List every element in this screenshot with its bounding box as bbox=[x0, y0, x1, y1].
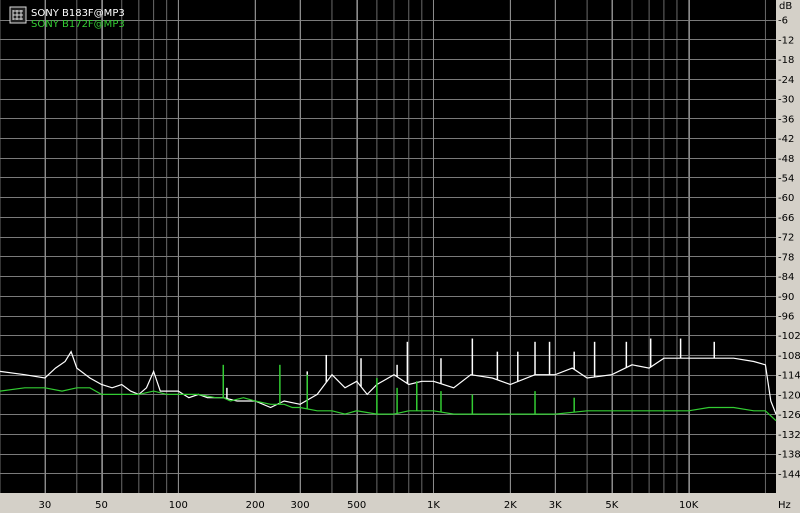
y-tick-label: -90 bbox=[778, 292, 794, 303]
x-tick-label: 30 bbox=[39, 500, 52, 511]
spectrum-chart-window: SONY B183F@MP3 SONY B172F@MP3 dB -6 -12 -18 -… bbox=[0, 0, 800, 513]
y-tick-label: -24 bbox=[778, 75, 794, 86]
y-tick-label: -30 bbox=[778, 95, 794, 106]
y-tick-label: -54 bbox=[778, 173, 794, 184]
y-tick-label: -132 bbox=[778, 430, 800, 441]
y-tick-label: -144 bbox=[778, 469, 800, 480]
x-axis: 30 50 100 200 300 500 1K 2K 3K 5K 10K Hz bbox=[39, 500, 791, 511]
x-tick-label: 300 bbox=[291, 500, 310, 511]
y-tick-label: -72 bbox=[778, 233, 794, 244]
x-tick-label: 500 bbox=[347, 500, 366, 511]
x-tick-label: 200 bbox=[246, 500, 265, 511]
plot-area bbox=[0, 0, 776, 493]
y-tick-label: -18 bbox=[778, 55, 794, 66]
y-tick-label: -108 bbox=[778, 351, 800, 362]
spectrum-chart: SONY B183F@MP3SONY B172F@MP3 dB -6 -12 -18 -… bbox=[0, 0, 800, 511]
y-tick-label: -66 bbox=[778, 213, 794, 224]
x-tick-label: 10K bbox=[679, 500, 699, 511]
y-tick-label: -138 bbox=[778, 450, 800, 461]
y-tick-label: -126 bbox=[778, 410, 800, 421]
y-tick-label: -102 bbox=[778, 331, 800, 342]
y-tick-label: -42 bbox=[778, 134, 794, 145]
y-tick-label: -114 bbox=[778, 371, 800, 382]
y-tick-label: -84 bbox=[778, 272, 794, 283]
y-tick-label: -96 bbox=[778, 312, 794, 323]
y-axis: dB -6 -12 -18 -24 -30 -36 -42 -48 -54 -60 -66 -72 -78… bbox=[778, 1, 800, 480]
y-tick-label: -6 bbox=[778, 16, 788, 27]
legend-entry-0: SONY B183F@MP3 bbox=[31, 8, 125, 19]
x-tick-label: 50 bbox=[95, 500, 108, 511]
x-tick-label: 5K bbox=[605, 500, 618, 511]
y-axis-unit-label: dB bbox=[779, 1, 792, 12]
y-tick-label: -60 bbox=[778, 193, 794, 204]
y-tick-label: -36 bbox=[778, 114, 794, 125]
x-tick-label: 3K bbox=[549, 500, 562, 511]
x-axis-unit-label: Hz bbox=[778, 500, 791, 511]
legend-entry-1: SONY B172F@MP3 bbox=[31, 19, 125, 30]
x-tick-label: 100 bbox=[169, 500, 188, 511]
x-tick-label: 2K bbox=[504, 500, 517, 511]
y-tick-label: -120 bbox=[778, 390, 800, 401]
x-tick-label: 1K bbox=[427, 500, 440, 511]
y-tick-label: -12 bbox=[778, 35, 794, 46]
y-tick-label: -78 bbox=[778, 252, 794, 263]
y-tick-label: -48 bbox=[778, 154, 794, 165]
